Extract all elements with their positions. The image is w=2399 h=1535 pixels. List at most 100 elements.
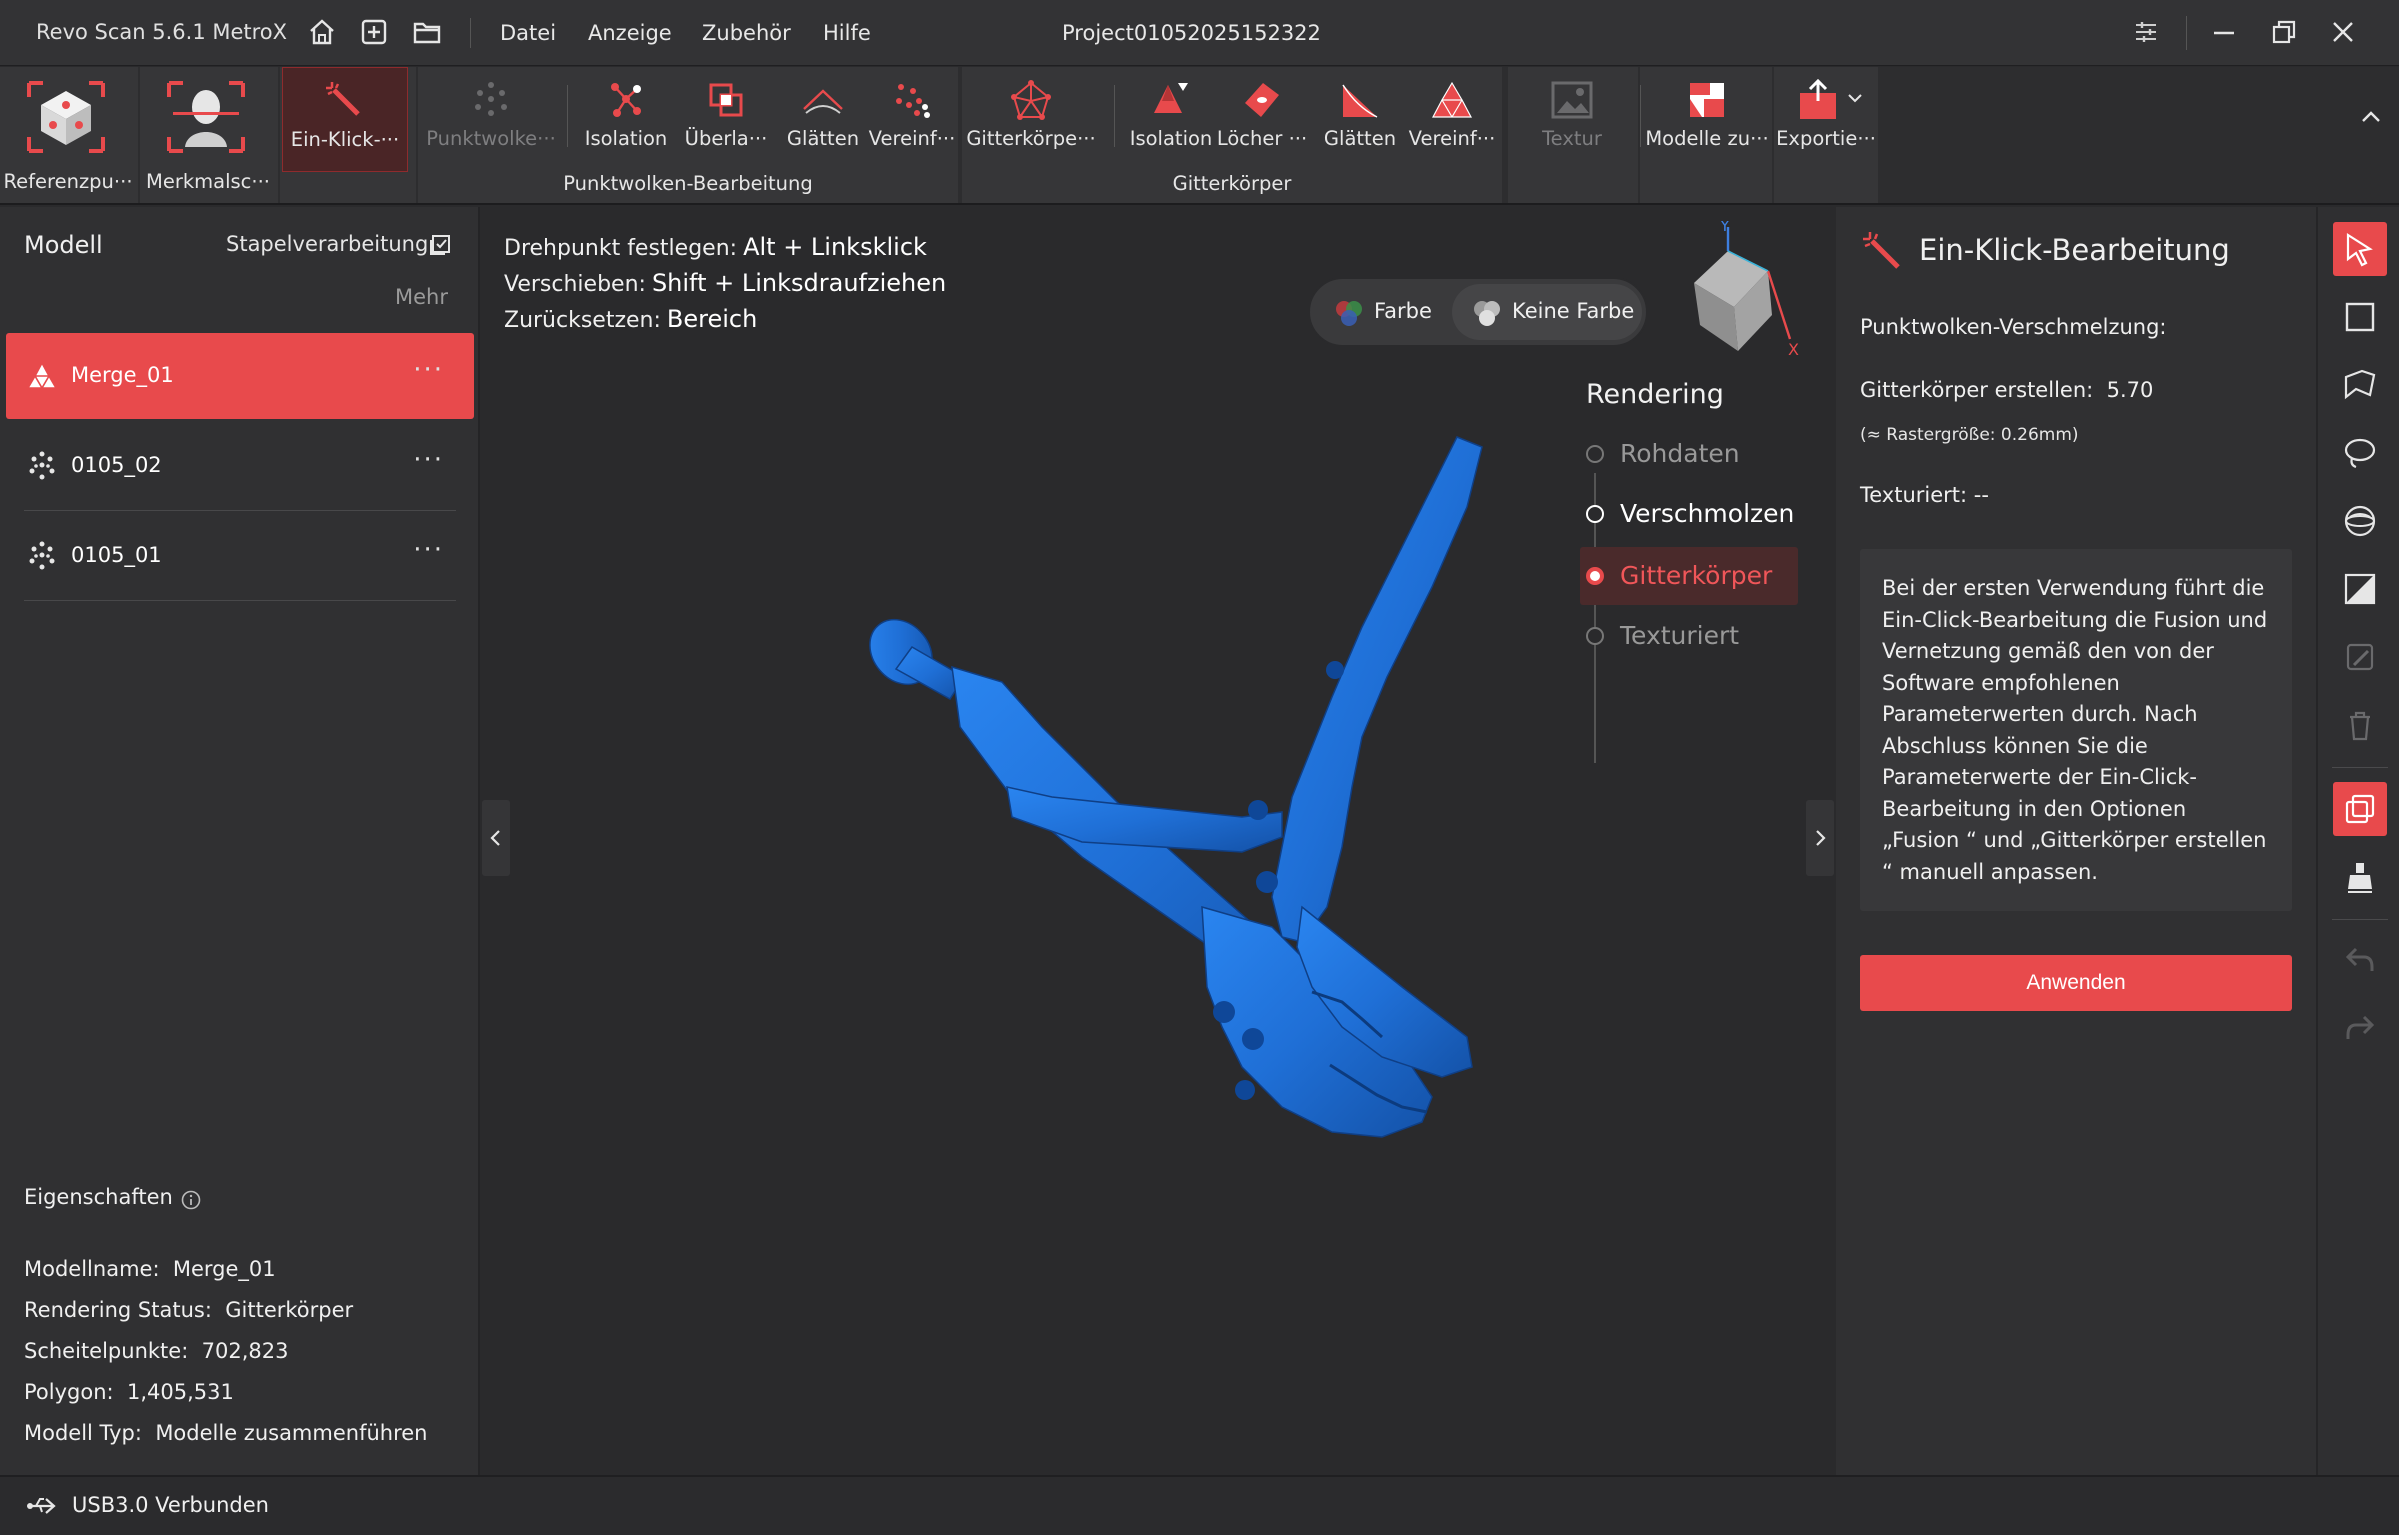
mesh-group-title: Gitterkörper — [1172, 172, 1292, 195]
rendering-option-textured[interactable]: Texturiert — [1586, 607, 1796, 665]
batch-processing-button[interactable]: Stapelverarbeitung — [226, 232, 428, 256]
rendering-option-raw[interactable]: Rohdaten — [1586, 425, 1796, 483]
radio-icon — [1586, 505, 1604, 523]
magic-wand-icon — [326, 82, 360, 116]
minimize-icon[interactable] — [2208, 16, 2240, 48]
lasso-select-tool[interactable] — [2333, 426, 2387, 480]
merge-models-label: Modelle zu··· — [1645, 127, 1769, 150]
open-folder-icon[interactable] — [410, 15, 444, 49]
info-icon[interactable] — [180, 1189, 202, 1211]
select-tool[interactable] — [2333, 222, 2387, 276]
one-click-edit-button[interactable]: Ein-Klick-··· — [282, 67, 408, 172]
rendering-option-label: Rohdaten — [1620, 439, 1740, 468]
home-icon[interactable] — [305, 15, 339, 49]
overlap-view-tool[interactable] — [2333, 782, 2387, 836]
export-label: Exportie··· — [1776, 127, 1876, 150]
overlap-icon — [709, 83, 743, 117]
rendering-option-fused[interactable]: Verschmolzen — [1586, 485, 1796, 543]
pointcloud-fusion-label: Punktwolken-Verschmelzung: — [1860, 315, 2167, 339]
status-bar: USB3.0 Verbunden — [0, 1475, 2399, 1535]
feature-scan-button[interactable]: Merkmalsc··· — [140, 67, 276, 203]
model-name: 0105_02 — [71, 453, 162, 477]
delete-tool[interactable] — [2333, 698, 2387, 752]
mesh-smooth-button[interactable]: Glätten — [1308, 67, 1412, 172]
mesh-create-setting: Gitterkörper erstellen: 5.70 — [1860, 378, 2154, 402]
3d-viewport[interactable]: Drehpunkt festlegen: Alt + Linksklick Ver… — [482, 207, 1834, 1475]
collapse-left-panel-button[interactable] — [482, 800, 510, 876]
rendering-title: Rendering — [1586, 379, 1724, 410]
mesh-simplify-label: Vereinf··· — [1408, 127, 1496, 150]
redo-button[interactable] — [2333, 1002, 2387, 1056]
menu-anzeige[interactable]: Anzeige — [588, 21, 672, 45]
invert-selection-icon — [2344, 573, 2376, 605]
model-options-button[interactable]: ··· — [413, 445, 444, 475]
mesh-smooth-label: Glätten — [1323, 127, 1397, 150]
reference-point-button[interactable]: Referenzpu··· — [0, 67, 136, 203]
layers-icon — [2345, 794, 2375, 824]
more-link[interactable]: Mehr — [395, 285, 448, 309]
clean-tool[interactable] — [2333, 850, 2387, 904]
model-row-0105-01[interactable]: 0105_01 ··· — [6, 513, 474, 599]
menu-datei[interactable]: Datei — [500, 21, 556, 45]
fill-holes-icon — [1245, 83, 1279, 117]
model-options-button[interactable]: ··· — [413, 355, 444, 385]
texture-icon — [1551, 81, 1593, 119]
mesh-model-icon — [26, 361, 58, 389]
undo-button[interactable] — [2333, 934, 2387, 988]
pointcloud-model-icon — [29, 541, 55, 570]
model-name: Merge_01 — [71, 363, 174, 387]
batch-checkbox-icon[interactable] — [428, 233, 452, 257]
merge-models-button[interactable]: Modelle zu··· — [1642, 67, 1772, 172]
pc-simplify-button[interactable]: Vereinf··· — [864, 67, 960, 172]
model-options-button[interactable]: ··· — [413, 535, 444, 565]
invert-select-tool[interactable] — [2333, 562, 2387, 616]
polygon-select-tool[interactable] — [2333, 358, 2387, 412]
new-project-icon[interactable] — [357, 15, 391, 49]
property-vertices: Scheitelpunkte: 702,823 — [24, 1339, 289, 1363]
ribbon-group-pointcloud: Punktwolke··· Isolation Überla··· Glätte… — [418, 67, 958, 203]
fill-holes-button[interactable]: Löcher ··· — [1210, 67, 1314, 172]
apply-button[interactable]: Anwenden — [1860, 955, 2292, 1011]
surface-select-tool[interactable] — [2333, 494, 2387, 548]
ribbon-group-feature: Merkmalsc··· — [140, 67, 278, 203]
mesh-simplify-button[interactable]: Vereinf··· — [1402, 67, 1502, 172]
ribbon-group-export: Exportie··· — [1774, 67, 1878, 203]
model-row-merge-01[interactable]: Merge_01 ··· — [6, 333, 474, 419]
overlap-button[interactable]: Überla··· — [668, 67, 784, 172]
divider — [2332, 767, 2388, 768]
panel-title: Ein-Klick-Bearbeitung — [1919, 233, 2230, 267]
overlap-label: Überla··· — [684, 127, 768, 150]
redo-icon — [2346, 1015, 2375, 1039]
collapse-right-panel-button[interactable] — [1806, 800, 1834, 876]
mesh-simplify-icon — [1432, 81, 1472, 118]
trash-icon — [2350, 711, 2370, 741]
rectangle-select-tool[interactable] — [2333, 290, 2387, 344]
pc-smooth-label: Glätten — [786, 127, 860, 150]
mesh-smooth-icon — [1342, 84, 1378, 118]
mesh-create-label: Gitterkörpe··· — [966, 127, 1096, 150]
settings-sliders-icon[interactable] — [2130, 16, 2162, 48]
texture-button[interactable]: Textur — [1508, 67, 1636, 172]
ribbon-group-reference: Referenzpu··· — [0, 67, 138, 203]
export-button[interactable]: Exportie··· — [1774, 67, 1878, 172]
connection-status: USB3.0 Verbunden — [72, 1493, 269, 1517]
menu-hilfe[interactable]: Hilfe — [823, 21, 871, 45]
collapse-ribbon-icon[interactable] — [2357, 103, 2385, 131]
model-panel: Modell Stapelverarbeitung Mehr Merge_01 … — [0, 207, 480, 1475]
radio-icon — [1586, 445, 1604, 463]
menu-zubehoer[interactable]: Zubehör — [702, 21, 791, 45]
rendering-option-mesh[interactable]: Gitterkörper — [1580, 547, 1798, 605]
cursor-icon — [2346, 232, 2373, 267]
model-row-0105-02[interactable]: 0105_02 ··· — [6, 423, 474, 509]
close-icon[interactable] — [2327, 16, 2359, 48]
mesh-create-button[interactable]: Gitterkörpe··· — [966, 67, 1096, 172]
pointcloud-fusion-button[interactable]: Punktwolke··· — [426, 67, 556, 172]
export-icon — [1800, 78, 1836, 119]
mesh-isolation-button[interactable]: Isolation — [1118, 67, 1224, 172]
restore-icon[interactable] — [2268, 16, 2300, 48]
magic-wand-icon — [1863, 232, 1900, 269]
pc-isolation-button[interactable]: Isolation — [570, 67, 682, 172]
pc-smooth-button[interactable]: Glätten — [768, 67, 878, 172]
pointcloud-model-icon — [29, 451, 55, 480]
erase-selection-tool[interactable] — [2333, 630, 2387, 684]
